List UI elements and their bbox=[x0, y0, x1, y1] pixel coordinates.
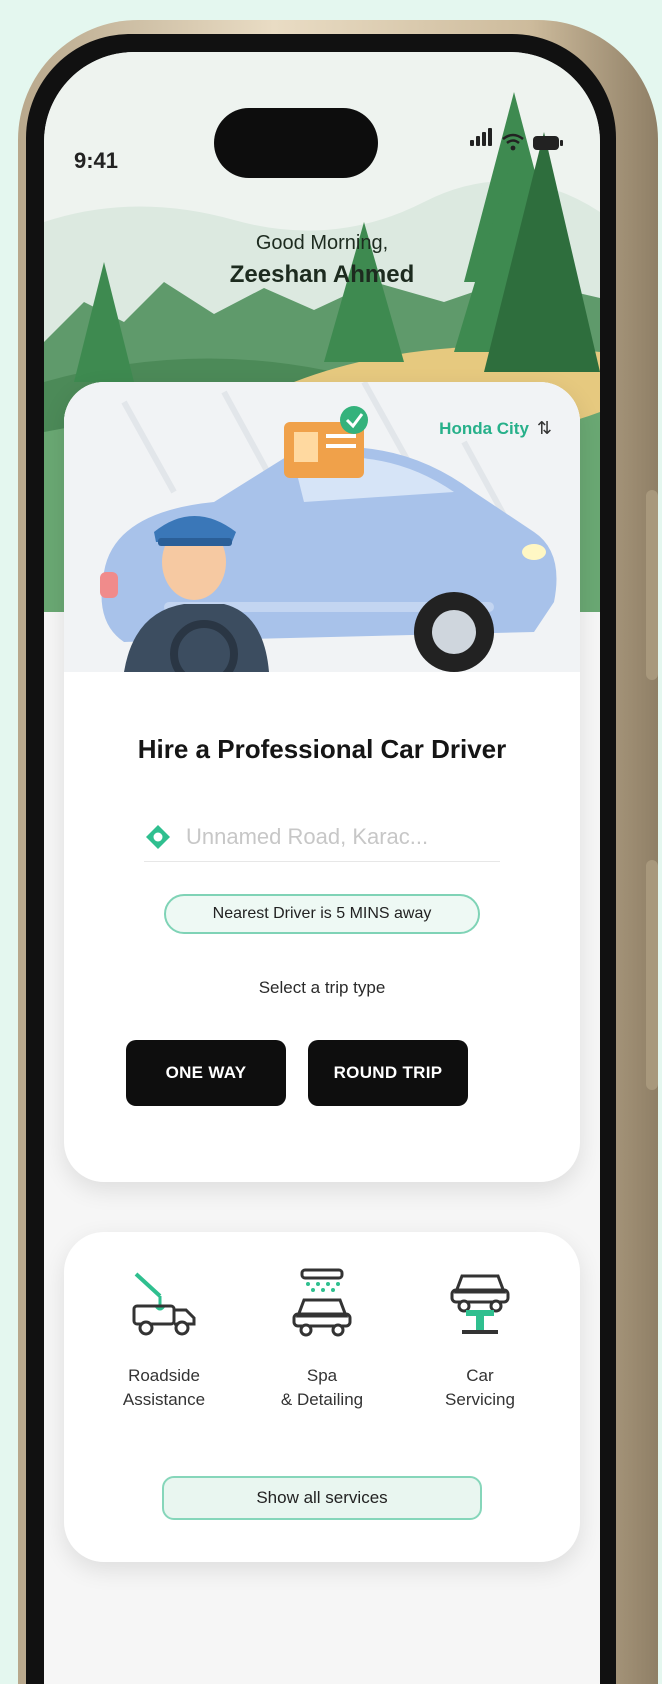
car-wash-icon bbox=[292, 1268, 352, 1337]
trip-type-buttons: ONE WAY ROUND TRIP bbox=[126, 1040, 468, 1106]
wifi-icon bbox=[502, 133, 524, 151]
service-label: Roadside Assistance bbox=[122, 1366, 206, 1409]
car-selector[interactable]: Honda City ⇅ bbox=[439, 418, 552, 439]
phone-screen: 9:41 Good Morning, Zeeshan Ahmed Honda C… bbox=[44, 52, 600, 1684]
one-way-button[interactable]: ONE WAY bbox=[126, 1040, 286, 1106]
service-spa-detailing[interactable]: Spa & Detailing bbox=[252, 1266, 392, 1412]
user-name: Zeeshan Ahmed bbox=[229, 261, 415, 288]
hire-driver-card: Honda City ⇅ Hire a Professional Car Dri… bbox=[64, 382, 580, 1182]
pickup-location-field[interactable] bbox=[144, 812, 500, 862]
round-trip-button[interactable]: ROUND TRIP bbox=[308, 1040, 468, 1106]
status-icons bbox=[470, 128, 564, 151]
car-lift-icon bbox=[450, 1274, 510, 1334]
greeting-text: Good Morning, bbox=[255, 232, 389, 254]
service-label: Car Servicing bbox=[445, 1366, 515, 1409]
trip-type-label: Select a trip type bbox=[258, 978, 386, 997]
card-title: Hire a Professional Car Driver bbox=[137, 734, 507, 764]
tow-truck-icon bbox=[132, 1272, 196, 1336]
nearest-driver-badge: Nearest Driver is 5 MINS away bbox=[164, 894, 480, 934]
services-card: Roadside Assistance Spa & Detailing Car … bbox=[64, 1232, 580, 1562]
swap-icon: ⇅ bbox=[536, 418, 552, 438]
greeting-block: Good Morning, Zeeshan Ahmed bbox=[44, 232, 600, 289]
phone-side-button bbox=[646, 860, 658, 1090]
phone-side-button bbox=[646, 490, 658, 680]
service-car-servicing[interactable]: Car Servicing bbox=[410, 1266, 550, 1412]
show-all-services-button[interactable]: Show all services bbox=[162, 1476, 482, 1520]
battery-icon bbox=[533, 136, 563, 150]
selected-car-name: Honda City bbox=[439, 418, 529, 438]
pickup-location-input[interactable] bbox=[186, 823, 466, 850]
signal-icon bbox=[470, 128, 494, 151]
service-roadside-assistance[interactable]: Roadside Assistance bbox=[94, 1266, 234, 1412]
status-time: 9:41 bbox=[74, 148, 119, 173]
location-pin-icon bbox=[146, 824, 170, 849]
status-bar: 9:41 bbox=[74, 128, 570, 178]
service-label: Spa & Detailing bbox=[280, 1366, 364, 1409]
services-list: Roadside Assistance Spa & Detailing Car … bbox=[94, 1266, 550, 1412]
